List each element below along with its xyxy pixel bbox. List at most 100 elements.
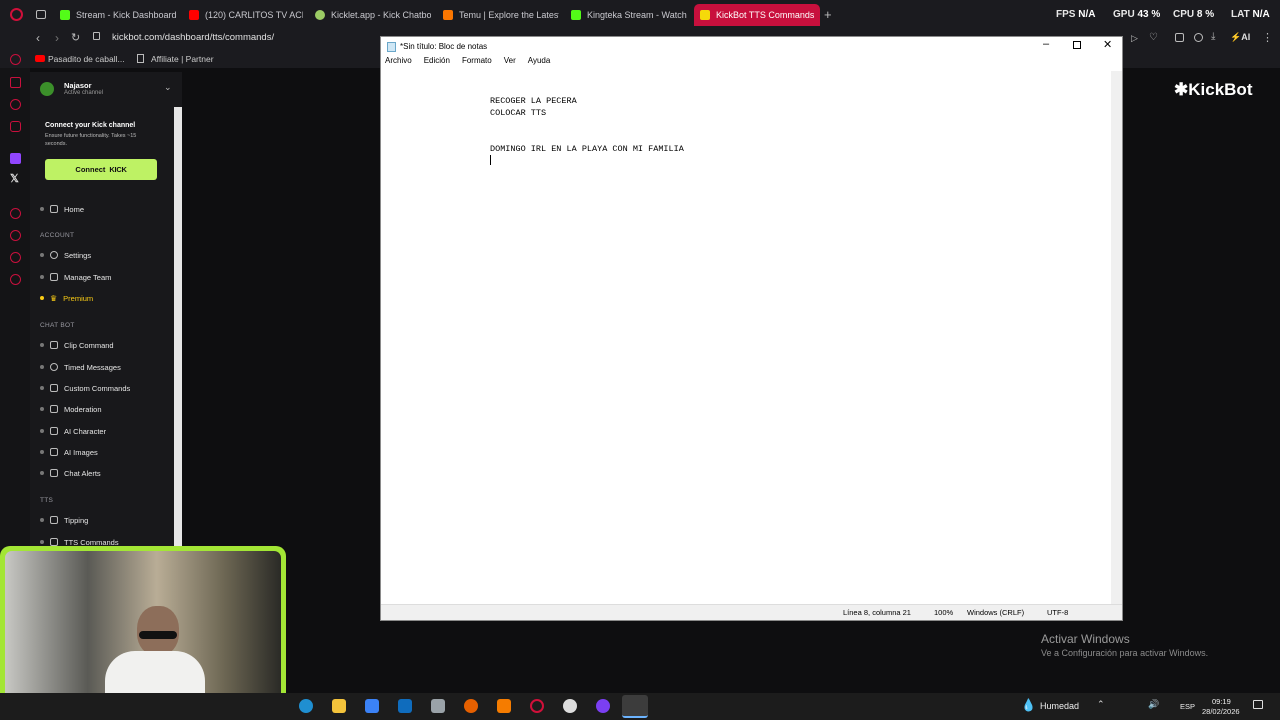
bookmark-item[interactable]: Pasadito de caball... bbox=[48, 54, 125, 64]
tab-temu[interactable]: Temu | Explore the Latest bbox=[437, 4, 559, 26]
close-button[interactable]: ✕ bbox=[1103, 38, 1112, 51]
extensions-icon[interactable] bbox=[1175, 33, 1184, 42]
bookmark-item[interactable]: Affiliate | Partner bbox=[151, 54, 214, 64]
messenger-icon[interactable] bbox=[10, 99, 21, 110]
channel-dropdown-chevron-icon[interactable]: ⌄ bbox=[164, 82, 172, 93]
tab-overview-icon[interactable] bbox=[36, 10, 46, 19]
history-icon[interactable] bbox=[10, 230, 21, 241]
reload-icon[interactable]: ↻ bbox=[71, 31, 80, 44]
shield-icon bbox=[50, 405, 58, 413]
notification-icon[interactable] bbox=[1253, 700, 1263, 709]
menu-archivo[interactable]: Archivo bbox=[385, 56, 412, 71]
vlc-icon[interactable] bbox=[497, 699, 511, 713]
text-cursor bbox=[490, 155, 491, 165]
shopping-icon[interactable] bbox=[10, 77, 21, 88]
language-indicator[interactable]: ESP bbox=[1180, 702, 1195, 711]
sidebar-item-moderation[interactable]: Moderation bbox=[40, 400, 102, 418]
fps-stat: FPS N/A bbox=[1056, 9, 1096, 20]
sidebar-item-clip-command[interactable]: Clip Command bbox=[40, 336, 114, 354]
opera-logo-icon[interactable] bbox=[10, 8, 23, 21]
heart-icon[interactable]: ♡ bbox=[1149, 32, 1158, 43]
network-icon[interactable]: 🔊 bbox=[1148, 699, 1159, 710]
player-icon[interactable] bbox=[10, 208, 21, 219]
x-icon[interactable]: 𝕏 bbox=[10, 172, 19, 185]
tab-label: KickBot TTS Commands bbox=[716, 10, 815, 20]
play-icon[interactable]: ▷ bbox=[1131, 33, 1138, 44]
sidebar-item-settings[interactable]: Settings bbox=[40, 246, 91, 264]
instagram-icon[interactable] bbox=[10, 121, 21, 132]
settings-gear-icon[interactable] bbox=[10, 274, 21, 285]
command-icon bbox=[50, 384, 58, 392]
notepad-window: *Sin título: Bloc de notas – ✕ Archivo E… bbox=[380, 36, 1123, 621]
tab-youtube[interactable]: (120) CARLITOS TV ACLA bbox=[183, 4, 303, 26]
download-icon[interactable]: ⤓ bbox=[1211, 31, 1215, 42]
connect-kick-button[interactable]: Connect KICK bbox=[45, 159, 157, 180]
notepad-taskbar-icon[interactable] bbox=[622, 695, 648, 718]
clock-date[interactable]: 28/02/2026 bbox=[1202, 707, 1240, 716]
menu-edicion[interactable]: Edición bbox=[424, 56, 450, 71]
tab-kicklet[interactable]: Kicklet.app - Kick Chatbo bbox=[309, 4, 431, 26]
sidebar-item-chat-alerts[interactable]: Chat Alerts bbox=[40, 464, 101, 482]
ai-character-icon bbox=[50, 427, 58, 435]
back-icon[interactable]: ‹ bbox=[36, 31, 40, 45]
opera-icon[interactable] bbox=[530, 699, 544, 713]
tab-label: Kicklet.app - Kick Chatbo bbox=[331, 10, 431, 20]
url-field[interactable]: kickbot.com/dashboard/tts/commands/ bbox=[112, 32, 274, 43]
kickbot-favicon-icon bbox=[700, 10, 710, 20]
forward-icon[interactable]: › bbox=[55, 31, 59, 45]
file-explorer-icon[interactable] bbox=[332, 699, 346, 713]
notepad-icon bbox=[387, 42, 396, 52]
sidebar-item-tipping[interactable]: Tipping bbox=[40, 511, 88, 529]
messenger-taskbar-icon[interactable] bbox=[596, 699, 610, 713]
temu-favicon-icon bbox=[443, 10, 453, 20]
obs-icon[interactable] bbox=[563, 699, 577, 713]
sidebar-item-manage-team[interactable]: Manage Team bbox=[40, 268, 111, 286]
status-zoom: 100% bbox=[934, 608, 954, 617]
gpu-stat: GPU 43 % bbox=[1113, 9, 1161, 20]
tray-chevron-icon[interactable]: ⌃ bbox=[1097, 699, 1105, 710]
notepad-vertical-scrollbar[interactable] bbox=[1111, 71, 1122, 606]
tab-kick-dashboard[interactable]: Stream - Kick Dashboard bbox=[54, 4, 178, 26]
youtube-bookmark-icon bbox=[35, 55, 45, 62]
store-icon[interactable] bbox=[365, 699, 379, 713]
wallet-icon[interactable] bbox=[1194, 33, 1203, 42]
new-tab-button[interactable]: + bbox=[824, 7, 832, 22]
streamer-sunglasses bbox=[139, 631, 177, 639]
sidebar-item-timed-messages[interactable]: Timed Messages bbox=[40, 358, 121, 376]
sidebar-item-premium[interactable]: ♛ Premium bbox=[40, 289, 93, 307]
kickbot-sidebar: Najasor Active channel ⌄ Connect your Ki… bbox=[30, 72, 182, 552]
maximize-button[interactable] bbox=[1073, 41, 1081, 49]
clip-icon bbox=[50, 341, 58, 349]
tab-kingteka[interactable]: Kingteka Stream - Watch bbox=[565, 4, 687, 26]
bell-icon bbox=[50, 469, 58, 477]
menu-icon[interactable]: ⋮ bbox=[1262, 31, 1273, 44]
sidebar-item-home[interactable]: Home bbox=[40, 200, 84, 218]
app-icon[interactable] bbox=[431, 699, 445, 713]
sidebar-item-ai-character[interactable]: AI Character bbox=[40, 422, 106, 440]
twitch-icon[interactable] bbox=[10, 153, 21, 164]
tab-kickbot-tts[interactable]: KickBot TTS Commands bbox=[694, 4, 820, 26]
notepad-text-area[interactable]: RECOGER LA PECERA COLOCAR TTS DOMINGO IR… bbox=[381, 71, 1111, 606]
aria-icon[interactable] bbox=[10, 54, 21, 65]
connect-description: Ensure future functionality. Takes ~15 s… bbox=[45, 133, 137, 147]
clock-time[interactable]: 09:19 bbox=[1212, 697, 1231, 706]
status-line-ending: Windows (CRLF) bbox=[967, 608, 1025, 617]
menu-formato[interactable]: Formato bbox=[462, 56, 492, 71]
sidebar-item-custom-commands[interactable]: Custom Commands bbox=[40, 379, 130, 397]
sidebar-item-ai-images[interactable]: AI Images bbox=[40, 443, 98, 461]
menu-ver[interactable]: Ver bbox=[504, 56, 516, 71]
edge-icon[interactable] bbox=[299, 699, 313, 713]
firefox-icon[interactable] bbox=[464, 699, 478, 713]
sidebar-scrollbar[interactable] bbox=[174, 107, 182, 552]
section-chat-bot: CHAT BOT bbox=[40, 322, 75, 329]
aria-ai-button[interactable]: ⚡AI bbox=[1230, 32, 1250, 43]
outlook-icon[interactable] bbox=[398, 699, 412, 713]
pinboard-icon[interactable] bbox=[10, 252, 21, 263]
notepad-menu-bar: Archivo Edición Formato Ver Ayuda bbox=[381, 56, 1122, 71]
weather-label[interactable]: Humedad bbox=[1040, 701, 1079, 711]
minimize-button[interactable]: – bbox=[1043, 38, 1049, 50]
menu-ayuda[interactable]: Ayuda bbox=[528, 56, 551, 71]
cpu-stat: CPU 8 % bbox=[1173, 9, 1215, 20]
kick-favicon-icon bbox=[60, 10, 70, 20]
connect-kick-card: Connect your Kick channel Ensure future … bbox=[38, 118, 160, 186]
